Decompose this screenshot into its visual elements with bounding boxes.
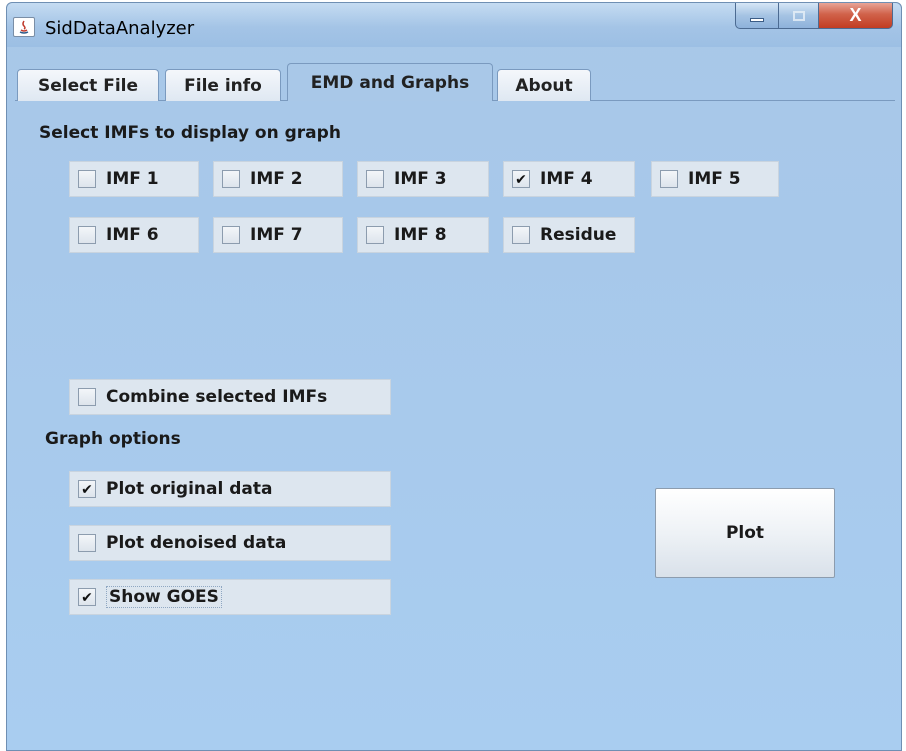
imf-7-checkbox[interactable]: IMF 7 xyxy=(213,217,343,253)
checkbox-box xyxy=(366,226,384,244)
imf-6-checkbox[interactable]: IMF 6 xyxy=(69,217,199,253)
checkbox-box xyxy=(366,170,384,188)
tab-label: File info xyxy=(184,75,262,96)
close-button[interactable]: X xyxy=(819,3,893,29)
checkbox-box xyxy=(222,226,240,244)
checkbox-box: ✔ xyxy=(512,170,530,188)
plot-denoised-checkbox[interactable]: Plot denoised data xyxy=(69,525,391,561)
graph-options-heading: Graph options xyxy=(45,429,181,449)
checkbox-label: IMF 3 xyxy=(394,169,447,189)
combine-imfs-checkbox[interactable]: Combine selected IMFs xyxy=(69,379,391,415)
checkbox-box xyxy=(660,170,678,188)
window-controls: X xyxy=(735,3,893,33)
checkbox-label: Show GOES xyxy=(106,586,222,608)
checkbox-box xyxy=(78,170,96,188)
show-goes-checkbox[interactable]: ✔ Show GOES xyxy=(69,579,391,615)
maximize-icon xyxy=(792,10,805,21)
checkbox-label: Plot denoised data xyxy=(106,533,287,553)
tab-file-info[interactable]: File info xyxy=(165,69,281,101)
tab-about[interactable]: About xyxy=(497,69,591,101)
checkbox-label: IMF 8 xyxy=(394,225,447,245)
imf-8-checkbox[interactable]: IMF 8 xyxy=(357,217,489,253)
imf-4-checkbox[interactable]: ✔ IMF 4 xyxy=(503,161,635,197)
checkbox-label: IMF 4 xyxy=(540,169,593,189)
imf-section-heading: Select IMFs to display on graph xyxy=(39,123,341,143)
tab-select-file[interactable]: Select File xyxy=(17,69,159,101)
imf-5-checkbox[interactable]: IMF 5 xyxy=(651,161,779,197)
checkbox-label: IMF 6 xyxy=(106,225,159,245)
java-icon xyxy=(13,17,35,37)
tab-label: EMD and Graphs xyxy=(310,72,470,93)
residue-checkbox[interactable]: Residue xyxy=(503,217,635,253)
plot-button[interactable]: Plot xyxy=(655,488,835,578)
tab-label: Select File xyxy=(37,75,139,96)
checkbox-label: IMF 1 xyxy=(106,169,159,189)
minimize-button[interactable] xyxy=(735,3,779,29)
checkbox-box: ✔ xyxy=(78,588,96,606)
checkbox-box: ✔ xyxy=(78,480,96,498)
maximize-button[interactable] xyxy=(779,3,819,29)
checkbox-box xyxy=(78,226,96,244)
close-icon: X xyxy=(849,5,862,25)
checkbox-box xyxy=(78,388,96,406)
checkbox-box xyxy=(78,534,96,552)
checkbox-label: IMF 5 xyxy=(688,169,741,189)
checkbox-label: IMF 7 xyxy=(250,225,303,245)
imf-3-checkbox[interactable]: IMF 3 xyxy=(357,161,489,197)
checkbox-label: Plot original data xyxy=(106,479,273,499)
window-title: SidDataAnalyzer xyxy=(45,18,195,39)
imf-1-checkbox[interactable]: IMF 1 xyxy=(69,161,199,197)
checkbox-label: Combine selected IMFs xyxy=(106,387,328,407)
tab-emd-and-graphs[interactable]: EMD and Graphs xyxy=(287,63,493,101)
app-window: SidDataAnalyzer X Select File File info … xyxy=(6,2,902,751)
minimize-icon xyxy=(750,17,764,22)
tab-bar: Select File File info EMD and Graphs Abo… xyxy=(15,63,895,101)
imf-2-checkbox[interactable]: IMF 2 xyxy=(213,161,343,197)
plot-original-checkbox[interactable]: ✔ Plot original data xyxy=(69,471,391,507)
emd-graphs-panel: Select IMFs to display on graph IMF 1 IM… xyxy=(15,101,895,749)
checkbox-box xyxy=(222,170,240,188)
checkbox-label: Residue xyxy=(540,225,617,245)
title-bar[interactable]: SidDataAnalyzer X xyxy=(7,3,901,47)
tab-label: About xyxy=(515,75,573,96)
plot-button-label: Plot xyxy=(725,523,765,543)
checkbox-label: IMF 2 xyxy=(250,169,303,189)
checkbox-box xyxy=(512,226,530,244)
